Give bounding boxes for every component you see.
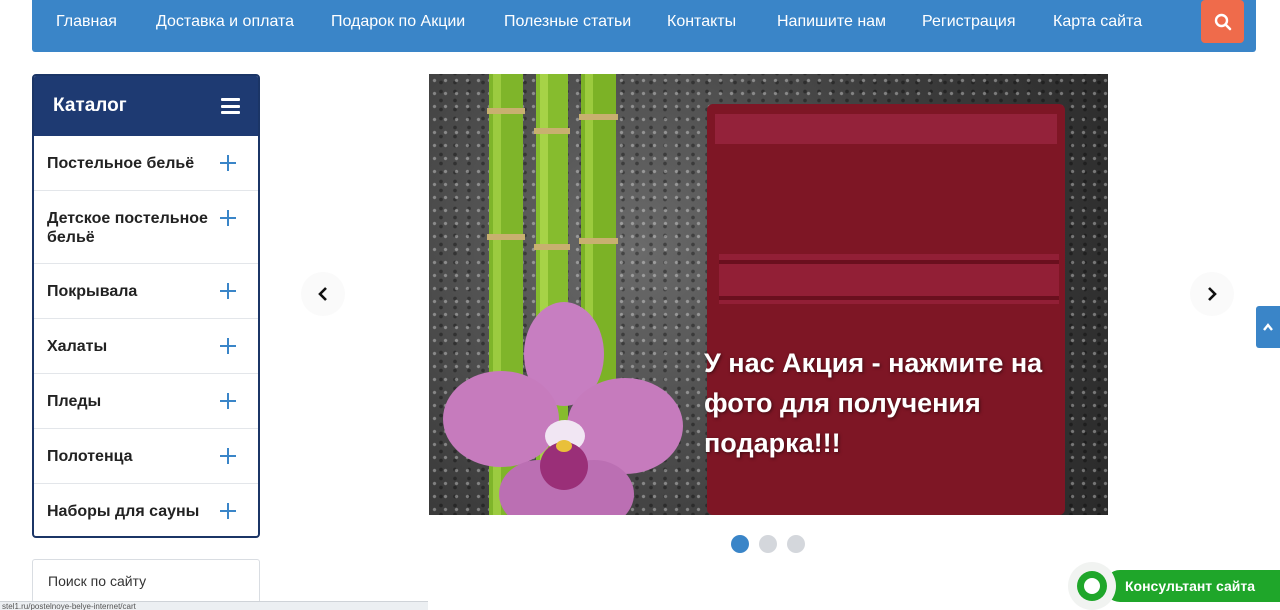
slider-dot[interactable] [731,535,749,553]
catalog-item-bathrobes[interactable]: Халаты [34,319,258,374]
consultant-label: Консультант сайта [1125,578,1256,594]
chevron-left-icon [318,287,327,301]
consultant-widget[interactable]: Консультант сайта [1068,562,1280,610]
catalog-item-label: Полотенца [47,447,133,465]
scroll-top-button[interactable] [1256,306,1280,348]
header-search-button[interactable] [1201,0,1244,43]
catalog-sidebar: Каталог Постельное бельё Детское постель… [32,74,260,538]
catalog-item-towels[interactable]: Полотенца [34,429,258,484]
status-url: stel1.ru/postelnoye-belye-internet/cart [2,602,136,610]
promo-banner[interactable]: У нас Акция - нажмите на фото для получе… [429,74,1108,515]
catalog-item-blankets[interactable]: Пледы [34,374,258,429]
plus-icon[interactable] [220,393,236,409]
top-navigation: Главная Доставка и оплата Подарок по Акц… [32,0,1256,52]
search-icon [1214,13,1231,30]
catalog-item-sauna-sets[interactable]: Наборы для сауны [34,484,258,536]
nav-link-home[interactable]: Главная [56,13,117,31]
nav-link-sitemap[interactable]: Карта сайта [1053,13,1142,31]
catalog-item-bedding[interactable]: Постельное бельё [34,136,258,191]
plus-icon[interactable] [220,155,236,171]
plus-icon[interactable] [220,338,236,354]
plus-icon[interactable] [220,503,236,519]
catalog-item-label: Детское постельное бельё [47,210,208,246]
browser-status-bar: stel1.ru/postelnoye-belye-internet/cart [0,601,428,610]
slider-prev-button[interactable] [301,272,345,316]
nav-link-write-us[interactable]: Напишите нам [777,13,886,31]
catalog-item-label: Покрывала [47,282,138,300]
nav-link-delivery[interactable]: Доставка и оплата [156,13,294,31]
banner-promo-text: У нас Акция - нажмите на фото для получе… [704,348,1043,458]
chevron-right-icon [1208,287,1217,301]
catalog-item-kids-bedding[interactable]: Детское постельное бельё [34,191,258,264]
catalog-item-bedspreads[interactable]: Покрывала [34,264,258,319]
nav-link-registration[interactable]: Регистрация [922,13,1016,31]
slider-pagination [731,535,805,553]
consultant-button[interactable]: Консультант сайта [1104,570,1280,602]
nav-link-contacts[interactable]: Контакты [667,13,736,31]
nav-link-articles[interactable]: Полезные статьи [504,13,631,31]
catalog-item-label: Постельное бельё [47,154,195,172]
chat-icon[interactable] [1068,562,1116,610]
plus-icon[interactable] [220,448,236,464]
catalog-header: Каталог [34,76,258,136]
slider-next-button[interactable] [1190,272,1234,316]
site-search-label: Поиск по сайту [48,573,147,589]
plus-icon[interactable] [220,283,236,299]
catalog-item-label: Халаты [47,337,108,355]
chevron-up-icon [1263,323,1273,331]
slider-dot[interactable] [759,535,777,553]
slider-dot[interactable] [787,535,805,553]
catalog-title: Каталог [53,95,127,116]
nav-link-promo-gift[interactable]: Подарок по Акции [331,13,465,31]
plus-icon[interactable] [220,210,236,226]
catalog-item-label: Пледы [47,392,102,410]
catalog-item-label: Наборы для сауны [47,502,200,520]
hamburger-icon[interactable] [221,98,240,114]
